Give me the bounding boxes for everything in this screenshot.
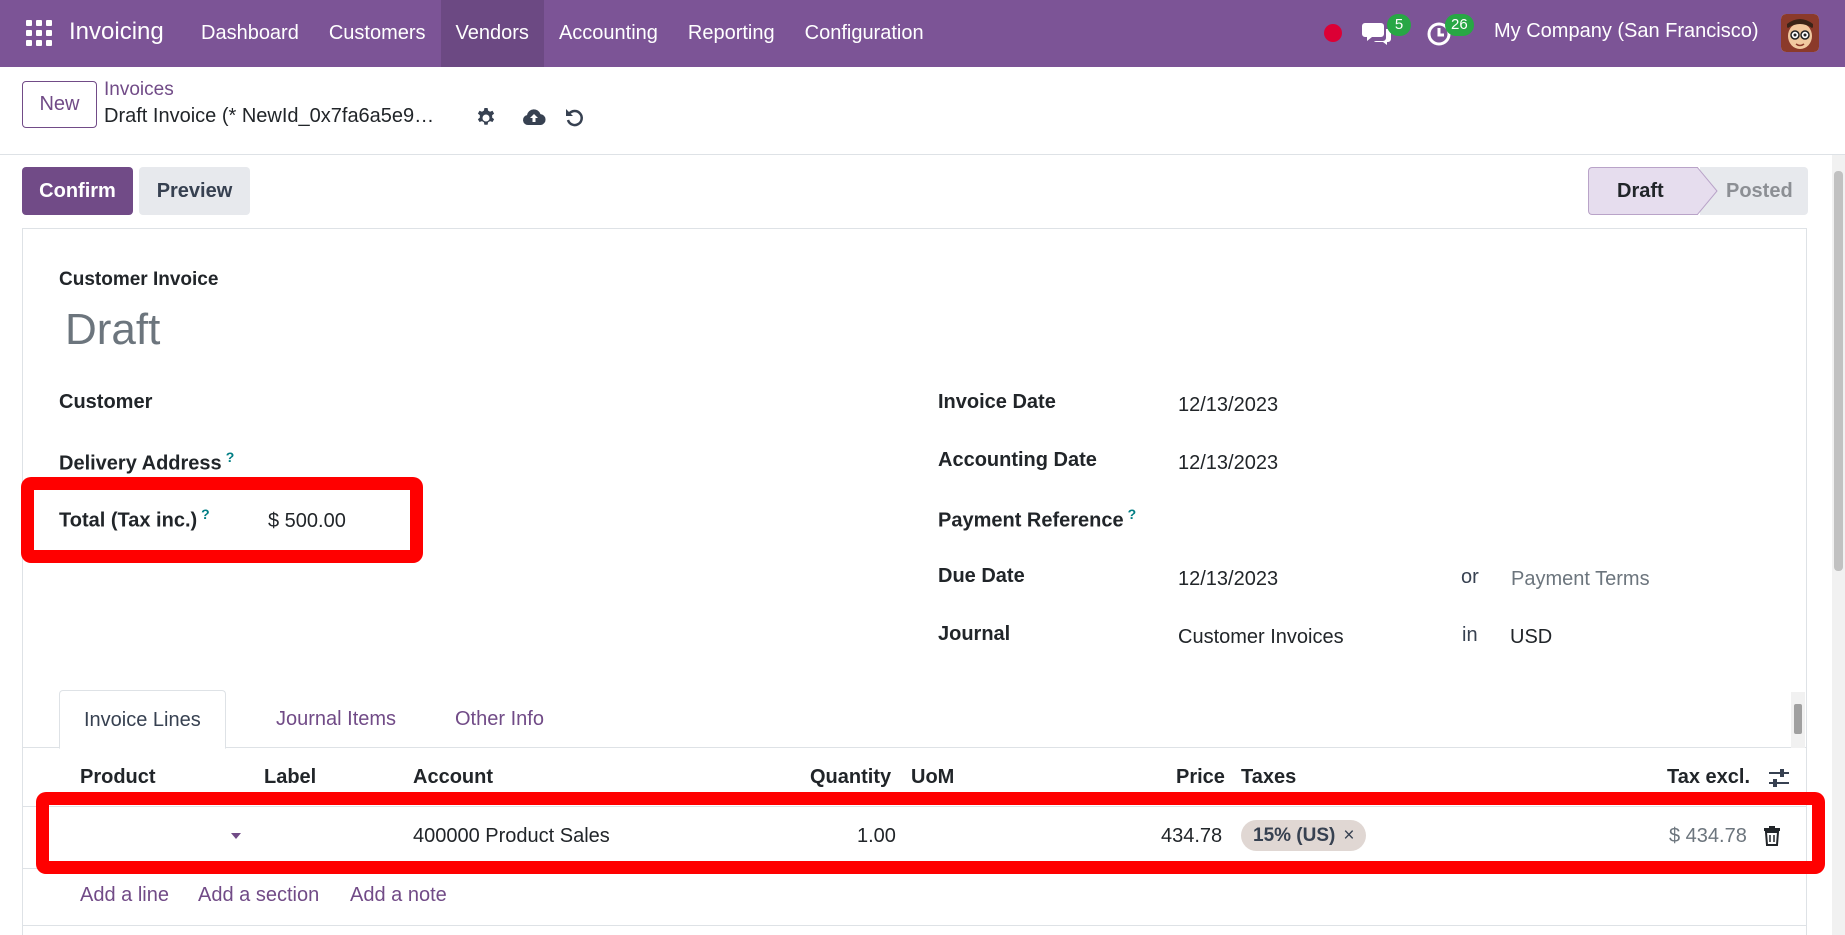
menu-item-reporting[interactable]: Reporting	[673, 0, 790, 67]
add-section-link[interactable]: Add a section	[198, 884, 319, 907]
new-button[interactable]: New	[22, 81, 97, 128]
highlight-box-total	[21, 477, 423, 563]
add-line-link[interactable]: Add a line	[80, 884, 169, 907]
status-draft[interactable]: Draft	[1588, 167, 1698, 215]
or-label: or	[1461, 566, 1479, 588]
recording-indicator-icon[interactable]	[1324, 24, 1342, 42]
menu-item-configuration[interactable]: Configuration	[790, 0, 939, 67]
status-arrow	[1697, 167, 1718, 215]
col-product[interactable]: Product	[80, 766, 156, 789]
tab-invoice-lines[interactable]: Invoice Lines	[59, 690, 226, 749]
help-icon[interactable]: ?	[226, 449, 235, 465]
company-switcher[interactable]: My Company (San Francisco)	[1494, 20, 1759, 43]
invoice-date-label: Invoice Date	[938, 391, 1056, 413]
tab-scrollbar[interactable]	[1791, 692, 1805, 748]
payment-reference-label: Payment Reference?	[938, 506, 1137, 532]
menu-item-accounting[interactable]: Accounting	[544, 0, 673, 67]
invoice-title: Draft	[65, 305, 161, 354]
page-scrollbar[interactable]	[1832, 155, 1845, 935]
col-price[interactable]: Price	[1176, 766, 1225, 789]
optional-columns-icon[interactable]	[1767, 767, 1791, 789]
col-tax-excl[interactable]: Tax excl.	[1667, 766, 1750, 789]
bottom-divider	[23, 925, 1806, 926]
confirm-button[interactable]: Confirm	[22, 167, 133, 215]
activities-badge: 26	[1445, 14, 1474, 36]
invoice-date-field[interactable]: 12/13/2023	[1178, 394, 1278, 417]
top-navbar: Invoicing Dashboard Customers Vendors Ac…	[0, 0, 1845, 67]
status-bar: Posted Draft	[1588, 167, 1808, 215]
discard-undo-icon[interactable]	[563, 106, 587, 130]
save-cloud-icon[interactable]	[521, 106, 547, 130]
help-icon[interactable]: ?	[1128, 506, 1137, 522]
col-account[interactable]: Account	[413, 766, 493, 789]
tab-journal-items[interactable]: Journal Items	[252, 690, 420, 749]
user-avatar[interactable]	[1781, 14, 1819, 52]
breadcrumb-invoices[interactable]: Invoices	[104, 79, 174, 101]
customer-label: Customer	[59, 391, 153, 413]
move-type-label: Customer Invoice	[59, 269, 219, 290]
payment-terms-field[interactable]: Payment Terms	[1511, 568, 1650, 591]
highlight-box-line	[36, 792, 1825, 874]
gear-icon[interactable]	[474, 106, 498, 130]
menu-item-dashboard[interactable]: Dashboard	[186, 0, 314, 67]
currency-field[interactable]: USD	[1510, 626, 1552, 649]
add-note-link[interactable]: Add a note	[350, 884, 447, 907]
journal-label: Journal	[938, 623, 1011, 645]
breadcrumb-current-record: Draft Invoice (* NewId_0x7fa6a5e9…	[104, 105, 435, 127]
app-brand[interactable]: Invoicing	[69, 18, 164, 46]
col-quantity[interactable]: Quantity	[810, 766, 891, 789]
due-date-label: Due Date	[938, 565, 1025, 587]
col-label[interactable]: Label	[264, 766, 316, 789]
delivery-address-label: Delivery Address?	[59, 449, 235, 475]
notebook-tabs: Invoice Lines Journal Items Other Info	[23, 690, 1806, 749]
menu-item-vendors[interactable]: Vendors	[440, 0, 544, 67]
menu-item-customers[interactable]: Customers	[314, 0, 441, 67]
preview-button[interactable]: Preview	[139, 167, 250, 215]
main-menu: Dashboard Customers Vendors Accounting R…	[186, 0, 939, 67]
apps-menu-icon[interactable]	[26, 20, 52, 46]
accounting-date-label: Accounting Date	[938, 449, 1097, 471]
tab-other-info[interactable]: Other Info	[431, 690, 568, 749]
control-panel: New Invoices Draft Invoice (* NewId_0x7f…	[0, 67, 1845, 155]
messages-badge: 5	[1387, 14, 1411, 36]
journal-field[interactable]: Customer Invoices	[1178, 626, 1344, 649]
col-taxes[interactable]: Taxes	[1241, 766, 1296, 789]
accounting-date-field[interactable]: 12/13/2023	[1178, 452, 1278, 475]
col-uom[interactable]: UoM	[911, 766, 954, 789]
in-label: in	[1462, 624, 1478, 646]
due-date-field[interactable]: 12/13/2023	[1178, 568, 1278, 591]
